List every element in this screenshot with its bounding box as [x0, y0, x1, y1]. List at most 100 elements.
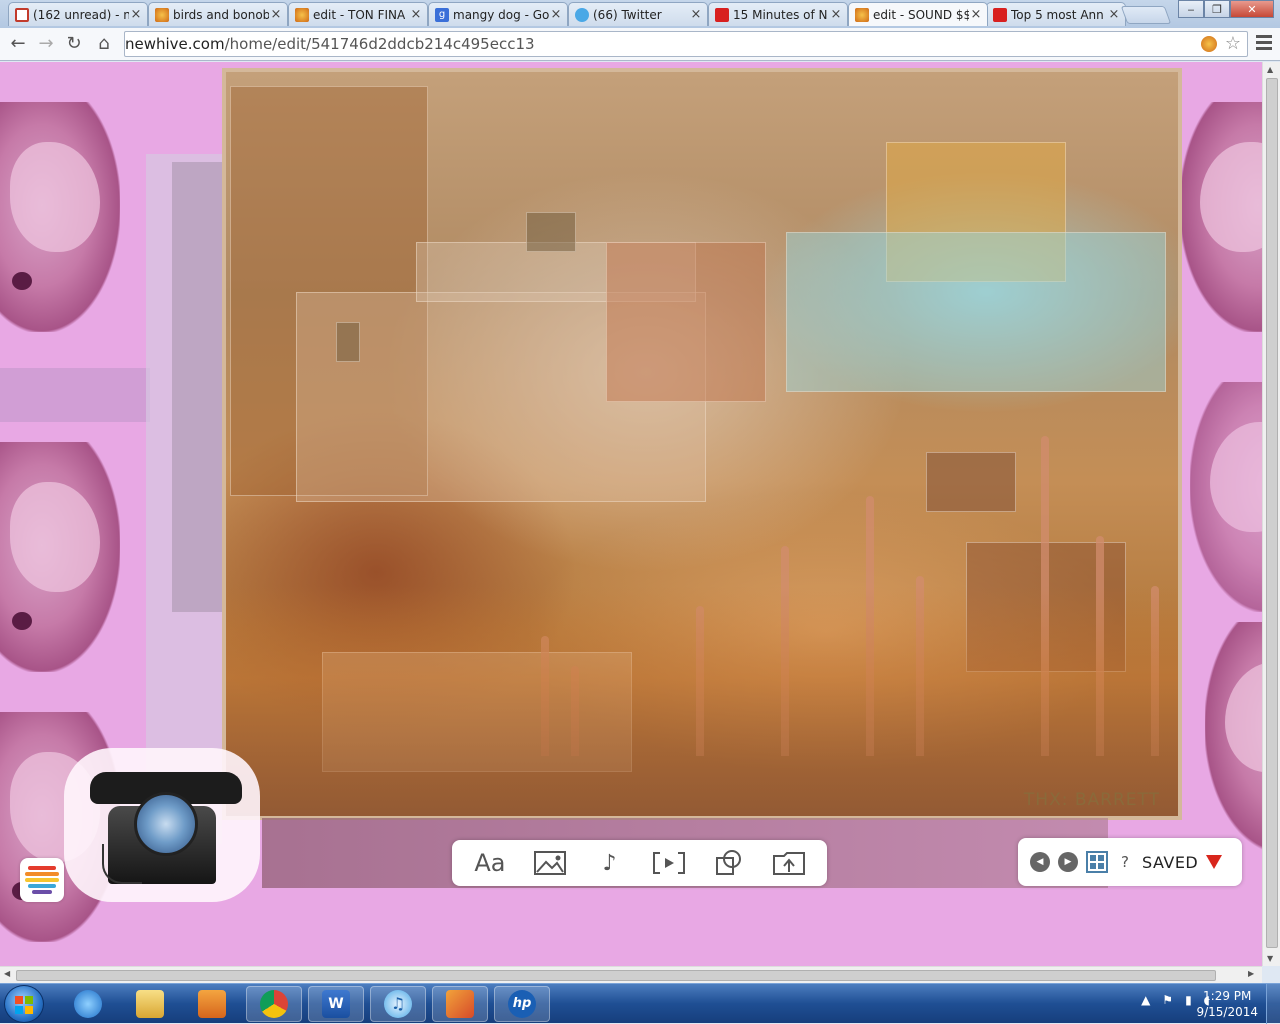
close-tab-icon[interactable]: × [409, 7, 423, 22]
newhive-icon [155, 7, 169, 22]
dog-image-tile[interactable] [1205, 622, 1262, 852]
scroll-up-icon[interactable]: ▲ [1267, 65, 1273, 74]
address-bar[interactable]: newhive.com/home/edit/541746d2ddcb214c49… [124, 31, 1248, 110]
close-tab-icon[interactable]: × [129, 7, 143, 22]
tab-title: Top 5 most Ann [1011, 7, 1104, 22]
editor-toolbar: Aa ♪ [452, 840, 827, 886]
photo-app-icon[interactable] [432, 986, 488, 1022]
vertical-scrollbar[interactable]: ▲ ▼ [1262, 62, 1280, 966]
browser-tab-active[interactable]: edit - SOUND $$ × [848, 2, 988, 26]
dog-image-tile[interactable] [1180, 102, 1262, 332]
tab-title: (162 unread) - n [33, 7, 129, 22]
save-dropdown-icon[interactable] [1206, 855, 1223, 869]
next-icon[interactable]: ▶ [1058, 852, 1078, 872]
phone-cord [102, 844, 142, 884]
bookmark-star-icon[interactable]: ☆ [1225, 33, 1241, 54]
flag-icon[interactable]: ⚑ [1162, 993, 1173, 1007]
dog-image-tile[interactable] [1190, 382, 1262, 612]
newhive-icon [295, 7, 309, 22]
windows-taskbar: W ♫ hp ▲ ⚑ ▮ ◖ 1:29 PM 9/15/2014 [0, 983, 1280, 1024]
back-arrow-icon[interactable]: ← [6, 32, 30, 56]
minimize-button[interactable]: ‒ [1178, 0, 1204, 18]
help-button[interactable]: ? [1116, 853, 1134, 871]
phone-image[interactable] [64, 748, 260, 902]
tab-title: 15 Minutes of N [733, 7, 828, 22]
browser-tab[interactable]: Top 5 most Ann × [986, 2, 1126, 26]
saved-status[interactable]: SAVED [1142, 853, 1198, 872]
restore-button[interactable]: ❐ [1204, 0, 1230, 18]
rotary-dial-icon [134, 792, 198, 856]
close-tab-icon[interactable]: × [829, 7, 843, 22]
tab-title: birds and bonob [173, 7, 269, 22]
file-explorer-icon[interactable] [122, 986, 178, 1022]
newhive-icon [855, 7, 869, 22]
scroll-thumb[interactable] [1266, 78, 1278, 948]
word-icon[interactable]: W [308, 986, 364, 1022]
collage-image[interactable]: THX: BARRETT [222, 68, 1182, 820]
embed-tool-icon[interactable] [647, 845, 691, 881]
url-host: newhive.com [125, 35, 225, 53]
close-tab-icon[interactable]: × [549, 7, 563, 22]
media-player-icon[interactable] [184, 986, 240, 1022]
collage-fragment [926, 452, 1016, 512]
show-desktop-button[interactable] [1266, 984, 1280, 1024]
close-tab-icon[interactable]: × [1107, 7, 1121, 22]
browser-tab[interactable]: 15 Minutes of N × [708, 2, 848, 26]
menu-icon[interactable] [1256, 35, 1272, 53]
close-tab-icon[interactable]: × [269, 7, 283, 22]
scroll-left-icon[interactable]: ◀ [4, 969, 10, 978]
hp-icon[interactable]: hp [494, 986, 550, 1022]
hive-stripe [25, 878, 59, 882]
newhive-menu-button[interactable] [20, 858, 64, 902]
scroll-thumb[interactable] [16, 970, 1216, 981]
reload-icon[interactable]: ↻ [62, 32, 86, 56]
google-icon: g [435, 7, 449, 22]
image-tool-icon[interactable] [528, 845, 572, 881]
browser-tab[interactable]: (66) Twitter × [568, 2, 708, 26]
save-panel: ◀ ▶ ? SAVED [1018, 838, 1242, 886]
new-tab-button[interactable] [1120, 6, 1172, 24]
url-path: /home/edit/541746d2ddcb214c495ecc13 [224, 35, 535, 53]
tab-title: mangy dog - Go [453, 7, 549, 22]
extension-icon[interactable] [1201, 36, 1217, 52]
shape-tool-icon[interactable] [707, 845, 751, 881]
credit-text: THX: BARRETT [1023, 790, 1160, 810]
browser-tab[interactable]: g mangy dog - Go × [428, 2, 568, 26]
hive-stripe [32, 890, 52, 894]
hive-stripe [25, 872, 59, 876]
dog-image-tile[interactable] [0, 442, 120, 672]
itunes-icon[interactable]: ♫ [370, 986, 426, 1022]
home-icon[interactable]: ⌂ [92, 32, 116, 56]
start-button[interactable] [4, 985, 44, 1023]
grid-toggle-icon[interactable] [1086, 851, 1108, 873]
previous-icon[interactable]: ◀ [1030, 852, 1050, 872]
internet-explorer-icon[interactable] [60, 986, 116, 1022]
browser-tab[interactable]: birds and bonob × [148, 2, 288, 26]
chrome-icon[interactable] [246, 986, 302, 1022]
music-note-icon[interactable]: ♪ [588, 845, 632, 881]
upload-folder-icon[interactable] [767, 845, 811, 881]
system-clock[interactable]: 1:29 PM 9/15/2014 [1196, 988, 1258, 1020]
dog-image-tile[interactable] [0, 102, 120, 332]
collage-fragment [606, 242, 766, 402]
clock-time: 1:29 PM [1203, 989, 1252, 1003]
scroll-down-icon[interactable]: ▼ [1267, 954, 1273, 963]
browser-tab[interactable]: (162 unread) - n × [8, 2, 148, 26]
close-tab-icon[interactable]: × [689, 7, 703, 22]
clock-date: 9/15/2014 [1196, 1005, 1258, 1019]
forward-arrow-icon[interactable]: → [34, 32, 58, 56]
tab-strip: (162 unread) - n × birds and bonob × edi… [0, 0, 1280, 28]
browser-tab[interactable]: edit - TON FINA × [288, 2, 428, 26]
show-hidden-icons[interactable]: ▲ [1141, 993, 1150, 1007]
gmail-icon [15, 7, 29, 22]
image-strip[interactable] [172, 162, 222, 612]
close-tab-icon[interactable]: × [969, 7, 983, 22]
horizontal-scrollbar[interactable]: ◀ ▶ [0, 966, 1262, 983]
youtube-icon [993, 7, 1007, 22]
close-window-button[interactable]: ✕ [1230, 0, 1274, 18]
image-strip[interactable] [0, 368, 150, 422]
text-tool-button[interactable]: Aa [468, 845, 512, 881]
collage-fragment [336, 322, 360, 362]
network-icon[interactable]: ▮ [1185, 993, 1192, 1007]
scroll-right-icon[interactable]: ▶ [1248, 969, 1254, 978]
